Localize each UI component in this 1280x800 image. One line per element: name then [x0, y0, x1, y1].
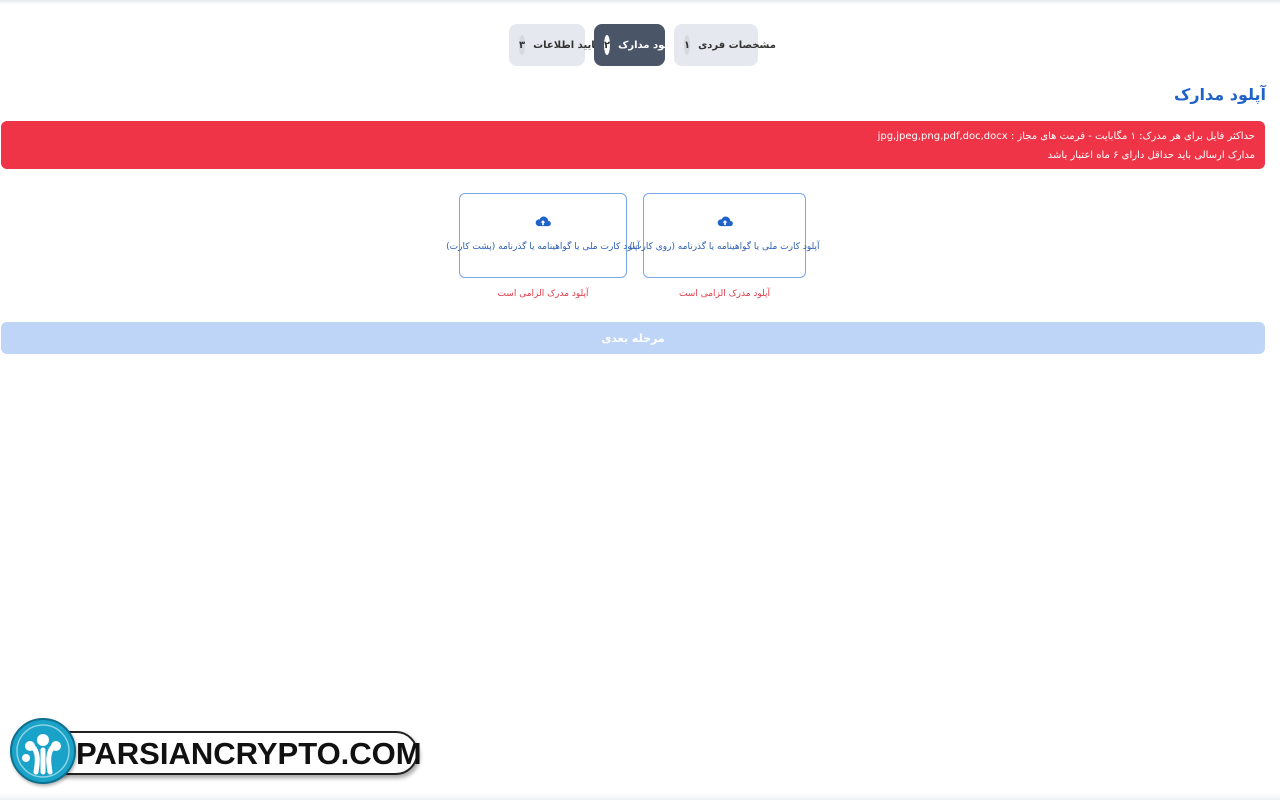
step-upload-documents[interactable]: ۲ آپلود مدارک [594, 24, 676, 66]
next-step-button[interactable]: مرحله بعدی [1, 322, 1265, 354]
upload-rules-alert: حداکثر فایل برای هر مدرک: ۱ مگابایت - فر… [1, 121, 1265, 169]
step-number: ۳ [519, 35, 526, 55]
watermark: PARSIANCRYPTO.COM [10, 718, 422, 784]
step-label: آپلود مدارک [618, 39, 676, 51]
step-label: تایید اطلاعات [533, 39, 599, 51]
step-number: ۲ [604, 35, 611, 55]
cloud-upload-icon [535, 216, 551, 227]
cloud-upload-icon [717, 216, 733, 227]
bottom-edge [0, 793, 1280, 800]
upload-back-label: آپلود کارت ملی یا گواهینامه یا گذرنامه (… [446, 242, 640, 252]
step-label: مشخصات فردی [698, 39, 776, 51]
upload-front-label: آپلود کارت ملی یا گواهینامه یا گذرنامه (… [629, 242, 820, 252]
upload-back-required-error: آپلود مدرک الزامی است [497, 289, 589, 299]
step-confirm-info[interactable]: ۳ تایید اطلاعات [509, 24, 599, 66]
alert-file-limits: حداکثر فایل برای هر مدرک: ۱ مگابایت - فر… [877, 131, 1255, 142]
page-title: آپلود مدارک [1173, 85, 1266, 104]
step-personal-info[interactable]: ۱ مشخصات فردی [674, 24, 776, 66]
tree-logo-icon [16, 724, 70, 778]
watermark-text: PARSIANCRYPTO.COM [76, 736, 422, 771]
top-shadow [0, 0, 1280, 4]
upload-front-required-error: آپلود مدرک الزامی است [678, 289, 771, 299]
step-number: ۱ [684, 35, 691, 55]
stepper: ۱ مشخصات فردی ۲ آپلود مدارک ۳ تایید اطلا… [509, 24, 776, 66]
watermark-logo-icon [10, 718, 76, 784]
alert-validity-note: مدارک ارسالی باید حداقل دارای ۶ ماه اعتب… [1047, 150, 1255, 161]
upload-front-card-button[interactable]: آپلود کارت ملی یا گواهینامه یا گذرنامه (… [629, 193, 820, 278]
upload-back-card-button[interactable]: آپلود کارت ملی یا گواهینامه یا گذرنامه (… [446, 193, 640, 278]
